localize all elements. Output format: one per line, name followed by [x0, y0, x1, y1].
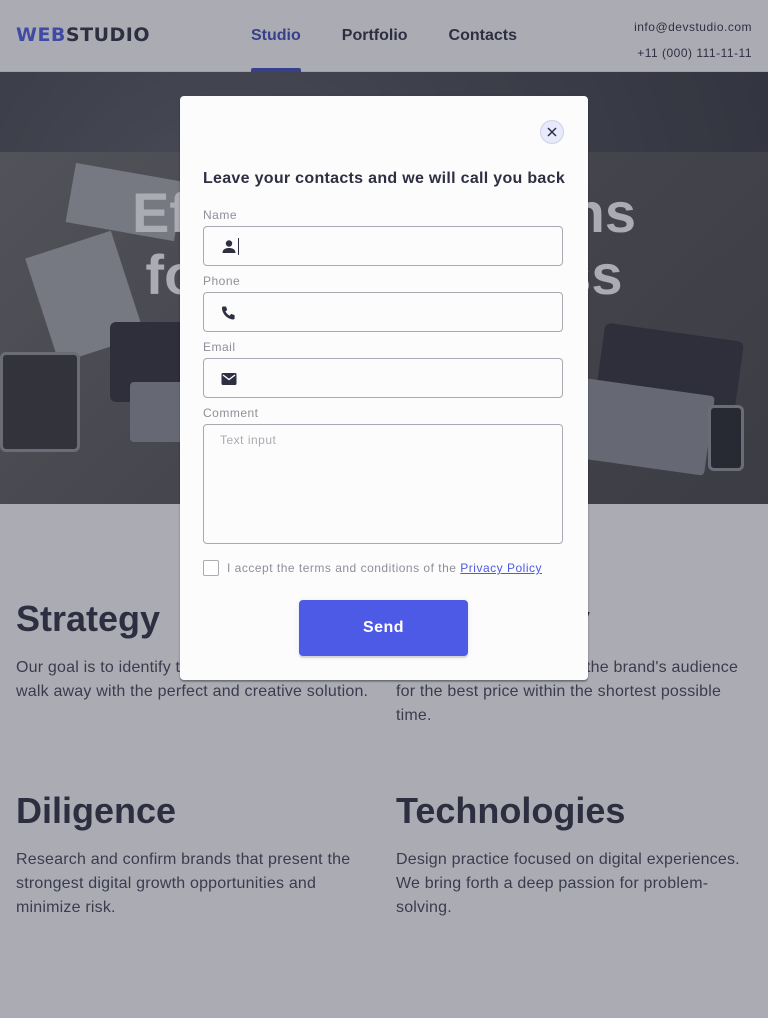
email-label: Email — [203, 340, 236, 354]
text-cursor — [238, 238, 239, 255]
close-icon — [547, 127, 557, 137]
contact-modal: Leave your contacts and we will call you… — [180, 96, 588, 680]
send-button[interactable]: Send — [299, 600, 468, 656]
comment-placeholder: Text input — [220, 433, 277, 447]
name-label: Name — [203, 208, 238, 222]
phone-icon — [222, 306, 235, 320]
phone-label: Phone — [203, 274, 241, 288]
mail-icon — [221, 373, 237, 385]
phone-field[interactable] — [203, 292, 563, 332]
modal-title: Leave your contacts and we will call you… — [202, 170, 566, 187]
name-field[interactable] — [203, 226, 563, 266]
accept-text: I accept the terms and conditions of the… — [227, 561, 542, 575]
close-button[interactable] — [540, 120, 564, 144]
privacy-policy-link[interactable]: Privacy Policy — [460, 561, 542, 575]
accept-checkbox[interactable] — [203, 560, 219, 576]
comment-label: Comment — [203, 406, 259, 420]
comment-textarea[interactable]: Text input — [203, 424, 563, 544]
email-field[interactable] — [203, 358, 563, 398]
person-icon — [222, 240, 236, 253]
